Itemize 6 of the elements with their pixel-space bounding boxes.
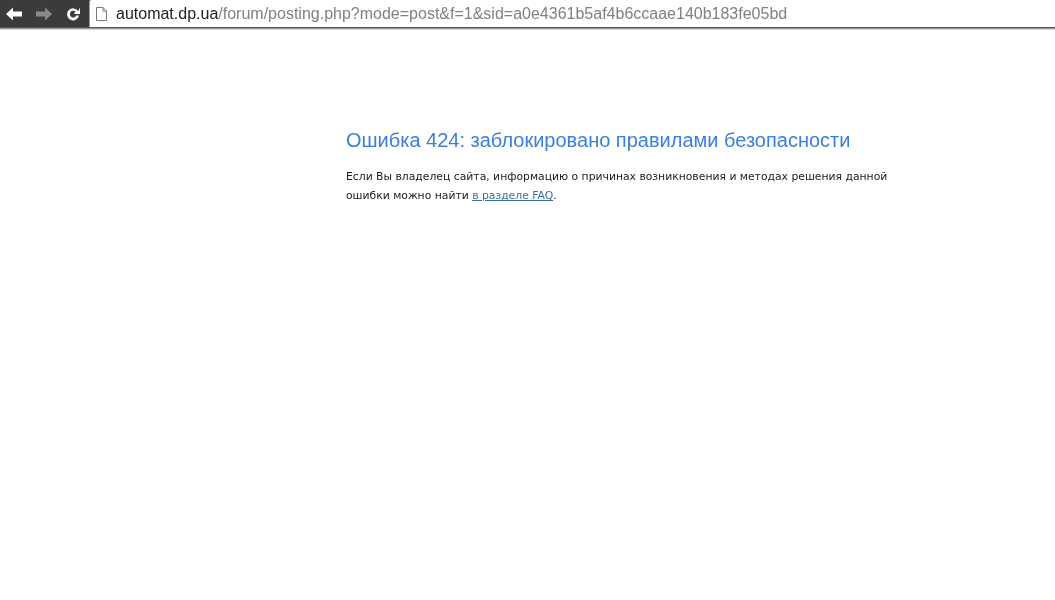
address-bar[interactable]: automat.dp.ua/forum/posting.php?mode=post&f=1&sid=a0e4361b5af4b6ccaae140b183fe05bd bbox=[89, 0, 1055, 27]
error-message: Если Вы владелец сайта, информацию о причинах возникновения и методах решения данной ошибки можно найти в разделе FAQ. bbox=[346, 169, 889, 204]
page-icon bbox=[96, 6, 107, 21]
back-arrow-icon[interactable] bbox=[5, 5, 23, 22]
error-title: Ошибка 424: заблокировано правилами безопасности bbox=[346, 128, 851, 152]
reload-icon[interactable] bbox=[65, 5, 81, 22]
